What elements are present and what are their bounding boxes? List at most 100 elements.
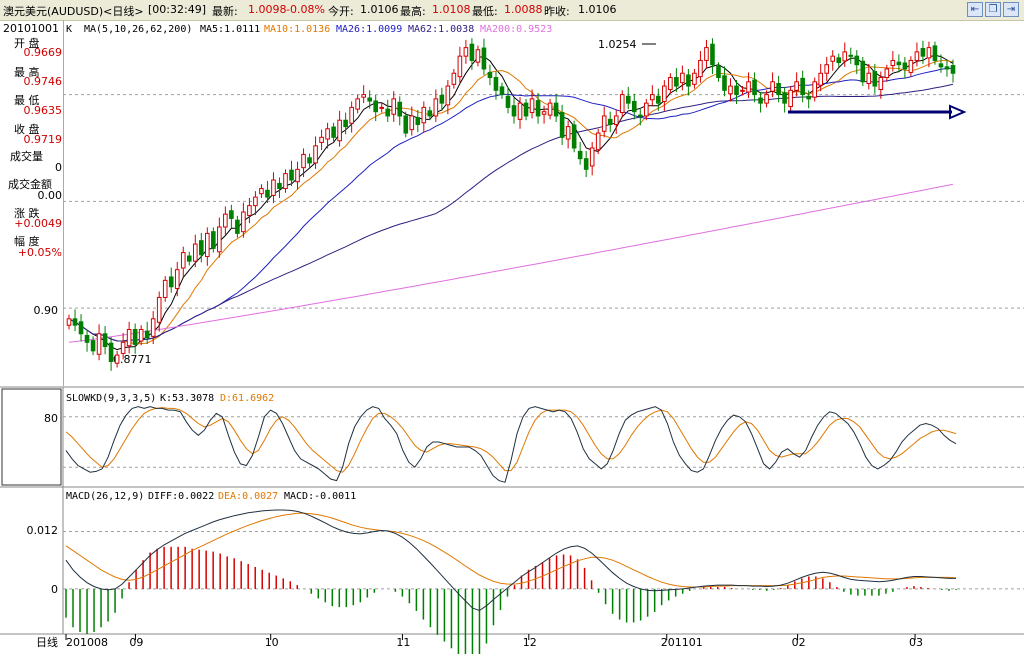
candle-body xyxy=(595,132,601,151)
candle-body xyxy=(373,100,379,113)
candle-body xyxy=(199,240,204,256)
candle-body xyxy=(162,279,168,298)
candle-body xyxy=(265,189,270,198)
candle-body xyxy=(156,296,162,323)
kd-d-legend: D:61.6962 xyxy=(220,393,274,404)
candle-body xyxy=(517,102,523,120)
candle-body xyxy=(758,97,763,104)
ma62-legend: MA62:1.0038 xyxy=(408,24,474,35)
ma5-line xyxy=(68,54,954,351)
candle-body xyxy=(854,55,860,66)
candle-body xyxy=(421,106,427,124)
candle-body xyxy=(746,81,751,93)
candle-body xyxy=(776,82,781,96)
candle-body xyxy=(619,94,625,114)
candle-body xyxy=(325,128,330,140)
candle-body xyxy=(601,115,607,132)
candle-body xyxy=(920,47,926,57)
candle-body xyxy=(493,77,499,91)
candle-body xyxy=(150,318,156,337)
x-tick-label: 12 xyxy=(523,636,537,649)
candle-body xyxy=(367,97,372,102)
candle-body xyxy=(818,72,824,86)
candle-body xyxy=(631,100,637,113)
macd-tick-label-upper: 0.012 xyxy=(27,524,59,537)
candle-body xyxy=(896,61,902,66)
info-k-label: K xyxy=(66,24,72,35)
candle-body xyxy=(138,328,144,342)
macd-tick-label-zero: 0 xyxy=(51,583,58,596)
candle-body xyxy=(716,65,721,79)
candle-body xyxy=(427,110,433,117)
candle-body xyxy=(938,63,944,68)
x-axis-ticks: 201008 09 10 11 12 201101 02 03 xyxy=(65,634,923,649)
macd-value-legend: MACD:-0.0011 xyxy=(284,491,356,502)
candle-body xyxy=(583,158,589,170)
candle-body xyxy=(770,81,775,92)
candle-body xyxy=(186,255,192,262)
candle-body xyxy=(541,111,547,115)
period-label: 日线 xyxy=(36,635,58,649)
ma-params-legend: MA(5,10,26,62,200) xyxy=(84,24,192,35)
candle-body xyxy=(571,124,577,149)
candle-body xyxy=(878,77,884,90)
candle-body xyxy=(806,95,811,100)
ma5-legend: MA5:1.0111 xyxy=(200,24,260,35)
candle-body xyxy=(752,79,757,96)
candle-body xyxy=(469,43,475,61)
candle-body xyxy=(674,77,679,87)
candle-body xyxy=(391,98,397,115)
candle-body xyxy=(126,328,132,347)
trend-arrow-head xyxy=(949,104,967,120)
candle-body xyxy=(205,232,210,257)
chart-canvas[interactable]: K MA(5,10,26,62,200) MA5:1.0111 MA10:1.0… xyxy=(0,0,1024,654)
candle-body xyxy=(794,81,799,91)
candle-body xyxy=(253,196,258,207)
candle-body xyxy=(884,68,890,79)
candle-body xyxy=(644,102,649,117)
candle-body xyxy=(908,59,914,73)
candle-body xyxy=(559,112,565,138)
candle-body xyxy=(229,210,234,219)
candle-body xyxy=(84,334,90,343)
candle-body xyxy=(499,86,505,96)
candle-body xyxy=(842,51,848,62)
candle-body xyxy=(295,168,300,183)
candle-body xyxy=(662,85,667,102)
candle-body xyxy=(830,55,836,62)
candle-body xyxy=(132,328,138,345)
high-annotation: 1.0254 xyxy=(598,38,637,51)
candle-body xyxy=(848,54,854,57)
candle-body xyxy=(668,77,673,90)
candle-body xyxy=(613,115,619,125)
candle-body xyxy=(433,98,439,117)
candle-body xyxy=(319,136,324,143)
candle-body xyxy=(710,43,715,66)
candle-body xyxy=(331,126,336,138)
candle-body xyxy=(457,55,463,78)
price-tick-label: 0.90 xyxy=(34,304,59,317)
candle-body xyxy=(950,65,956,74)
ma10-line xyxy=(68,60,954,345)
candle-body xyxy=(403,115,409,134)
candle-body xyxy=(289,169,294,181)
candle-body xyxy=(553,102,559,117)
candle-body xyxy=(223,213,228,228)
kd-d-line xyxy=(65,407,957,473)
x-tick-label: 201101 xyxy=(661,636,703,649)
x-tick-label: 10 xyxy=(265,636,279,649)
candle-body xyxy=(926,47,932,59)
candle-body xyxy=(692,72,697,85)
candle-body xyxy=(445,85,451,106)
ma200-legend: MA200:0.9523 xyxy=(480,24,552,35)
candle-body xyxy=(650,94,655,101)
kd-k-legend: K:53.3078 xyxy=(160,393,214,404)
candle-body xyxy=(217,226,222,253)
ma62-line xyxy=(68,83,954,342)
candle-body xyxy=(728,85,733,95)
candle-body xyxy=(824,64,830,74)
ma26-legend: MA26:1.0099 xyxy=(336,24,402,35)
x-tick-label: 09 xyxy=(129,636,143,649)
candle-body xyxy=(475,49,481,63)
candle-body xyxy=(120,341,126,354)
